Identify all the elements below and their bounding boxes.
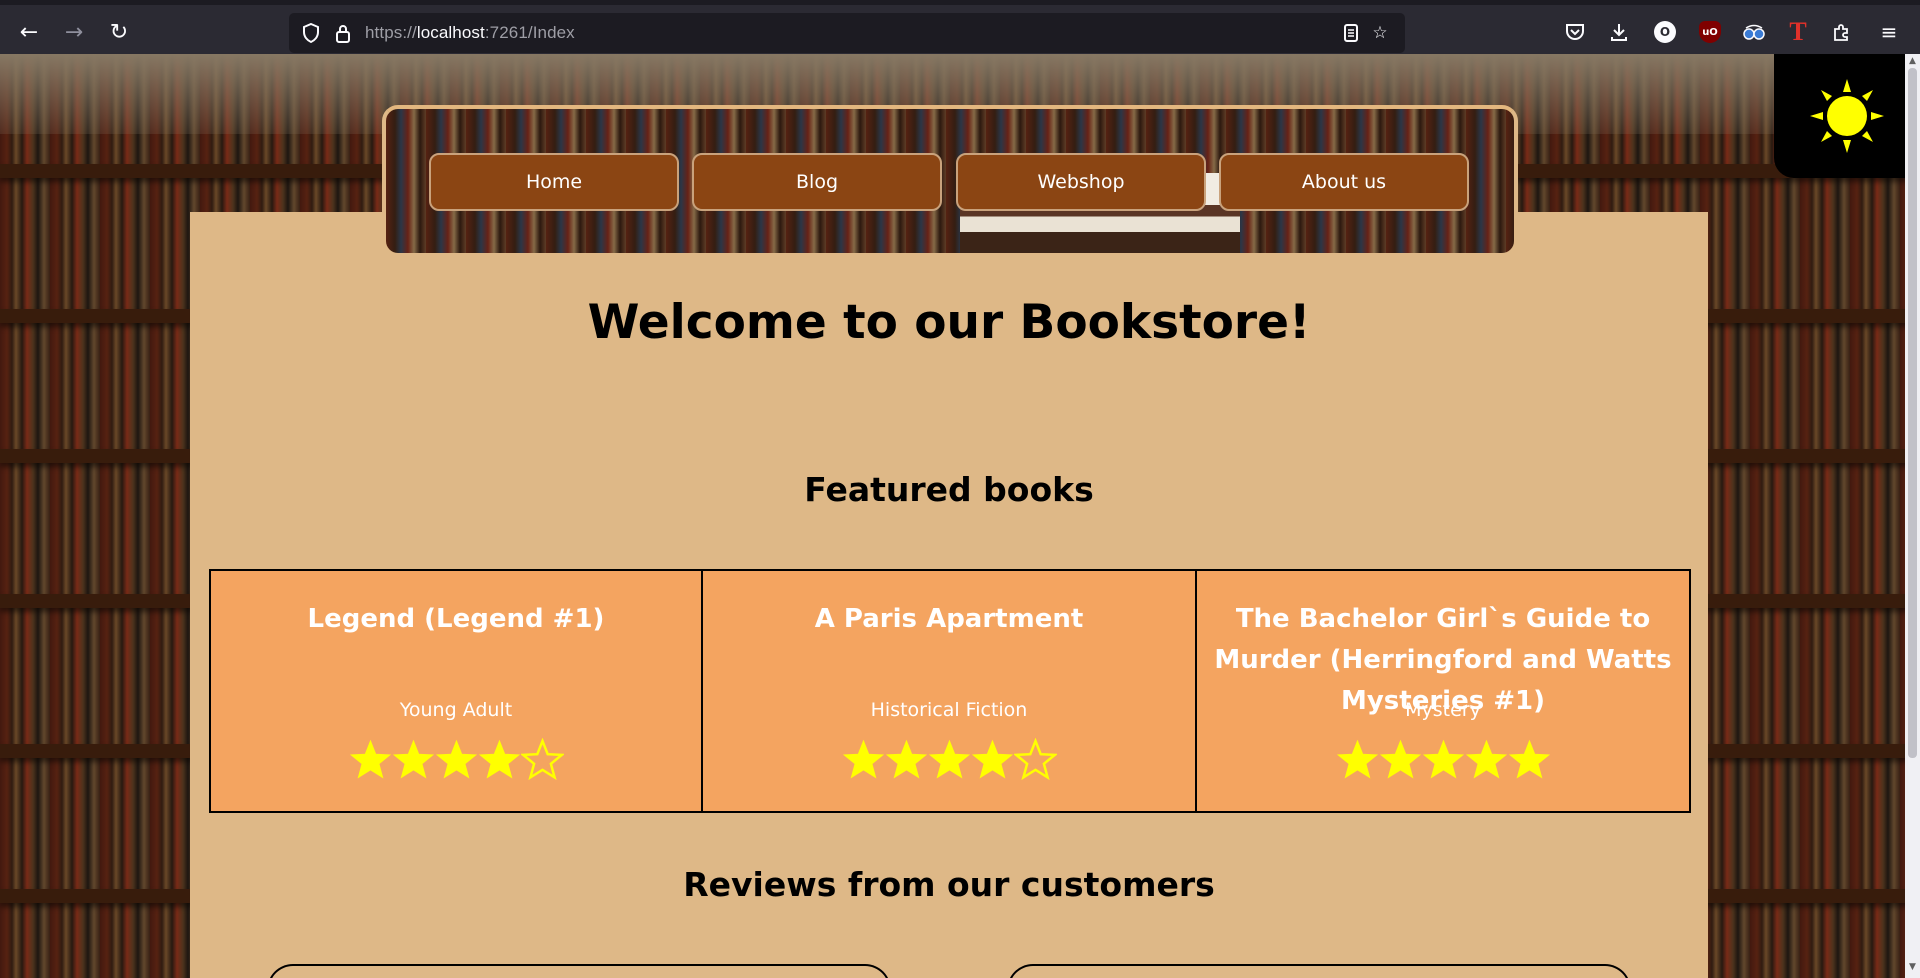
review-card xyxy=(267,964,891,978)
back-icon[interactable]: ← xyxy=(12,15,46,49)
url-text[interactable]: https://localhost:7261/Index xyxy=(365,23,575,43)
star-filled-icon xyxy=(1422,739,1464,779)
theme-toggle-button[interactable] xyxy=(1774,54,1920,178)
star-filled-icon xyxy=(1465,739,1507,779)
nav-blog-button[interactable]: Blog xyxy=(692,153,942,211)
book-genre: Mystery xyxy=(1405,699,1481,721)
star-filled-icon xyxy=(842,739,884,779)
star-filled-icon xyxy=(885,739,927,779)
lock-icon[interactable] xyxy=(331,21,355,45)
reader-view-icon[interactable] xyxy=(1339,21,1363,45)
url-scheme: https:// xyxy=(365,23,417,42)
featured-books-heading: Featured books xyxy=(804,470,1094,509)
star-filled-icon xyxy=(928,739,970,779)
book-genre: Young Adult xyxy=(399,699,513,721)
menu-icon[interactable]: ≡ xyxy=(1874,17,1904,47)
star-filled-icon xyxy=(971,739,1013,779)
download-icon[interactable] xyxy=(1604,17,1634,47)
book-card[interactable]: The Bachelor Girl`s Guide to Murder (Her… xyxy=(1197,569,1691,813)
star-filled-icon xyxy=(478,739,520,779)
star-rating xyxy=(703,738,1195,781)
book-genre: Historical Fiction xyxy=(870,699,1028,721)
shield-icon[interactable] xyxy=(299,21,323,45)
star-rating xyxy=(1197,738,1689,781)
nav-home-button[interactable]: Home xyxy=(429,153,679,211)
t-extension-icon[interactable]: T xyxy=(1783,17,1813,47)
reload-icon[interactable]: ↻ xyxy=(102,15,136,49)
ublock-icon[interactable]: uO xyxy=(1699,21,1721,43)
review-card xyxy=(1007,964,1631,978)
featured-books-grid: Legend (Legend #1) Young Adult A Paris A… xyxy=(209,569,1691,813)
nav-webshop-button[interactable]: Webshop xyxy=(956,153,1206,211)
reviews-heading: Reviews from our customers xyxy=(683,865,1215,904)
glasses-icon[interactable] xyxy=(1739,17,1769,47)
star-filled-icon xyxy=(1336,739,1378,779)
star-rating xyxy=(211,738,701,781)
sun-icon xyxy=(1810,79,1884,153)
book-title[interactable]: Legend (Legend #1) xyxy=(215,599,697,640)
book-title[interactable]: A Paris Apartment xyxy=(707,599,1191,640)
star-filled-icon xyxy=(435,739,477,779)
nav-about-button[interactable]: About us xyxy=(1219,153,1469,211)
star-filled-icon xyxy=(1379,739,1421,779)
extension-o-icon[interactable]: O xyxy=(1654,21,1676,43)
star-empty-icon xyxy=(520,738,564,781)
url-path: :7261/Index xyxy=(484,23,575,42)
scroll-down-icon[interactable]: ▼ xyxy=(1905,962,1920,976)
star-filled-icon xyxy=(1508,739,1550,779)
extensions-puzzle-icon[interactable] xyxy=(1827,17,1857,47)
pocket-icon[interactable] xyxy=(1560,17,1590,47)
forward-icon[interactable]: → xyxy=(57,15,91,49)
scrollbar-thumb[interactable] xyxy=(1908,68,1917,758)
book-card[interactable]: A Paris Apartment Historical Fiction xyxy=(703,569,1197,813)
book-card[interactable]: Legend (Legend #1) Young Adult xyxy=(209,569,703,813)
url-host: localhost xyxy=(416,23,485,42)
bookmark-star-icon[interactable]: ☆ xyxy=(1368,21,1392,45)
page-title: Welcome to our Bookstore! xyxy=(587,295,1311,350)
star-empty-icon xyxy=(1013,738,1057,781)
browser-toolbar: ← → ↻ https://localhost:7261/Index ☆ O u… xyxy=(0,0,1920,54)
page-scrollbar[interactable]: ▲ ▼ xyxy=(1905,54,1920,978)
address-bar[interactable]: https://localhost:7261/Index ☆ xyxy=(289,13,1405,53)
star-filled-icon xyxy=(349,739,391,779)
star-filled-icon xyxy=(392,739,434,779)
